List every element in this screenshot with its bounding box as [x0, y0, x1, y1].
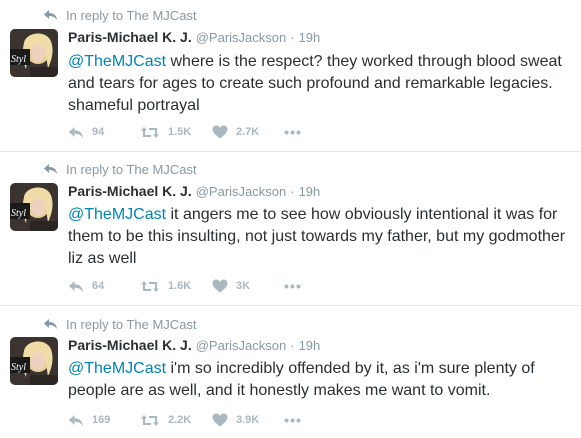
- tweet-header: Paris-Michael K. J. @ParisJackson · 19h: [68, 337, 320, 357]
- retweet-icon: [141, 414, 159, 426]
- tweet-header: Paris-Michael K. J. @ParisJackson · 19h: [68, 29, 320, 49]
- heart-icon: [212, 413, 228, 427]
- mention-link[interactable]: @TheMJCast: [68, 360, 166, 377]
- retweet-button[interactable]: 1.5K: [140, 124, 210, 140]
- mention-link[interactable]: @TheMJCast: [68, 53, 166, 70]
- svg-text:Styl: Styl: [11, 362, 26, 373]
- reply-context[interactable]: In reply to The MJCast: [43, 316, 197, 332]
- svg-text:Styl: Styl: [11, 208, 26, 219]
- author-handle[interactable]: @ParisJackson: [196, 184, 287, 199]
- like-count: 2.7K: [236, 126, 260, 138]
- reply-count: 169: [92, 414, 111, 426]
- retweet-count: 1.6K: [168, 280, 192, 292]
- retweet-button[interactable]: 2.2K: [140, 412, 210, 428]
- tweet-actions: 64 1.6K 3K: [68, 278, 301, 294]
- reply-count: 94: [92, 126, 105, 138]
- heart-icon: [212, 279, 228, 293]
- author-handle[interactable]: @ParisJackson: [196, 338, 287, 353]
- more-dots-icon: [284, 284, 301, 288]
- reply-context-label: In reply to The MJCast: [66, 161, 197, 177]
- tweet-actions: 94 1.5K 2.7K: [68, 124, 301, 140]
- tweet[interactable]: In reply to The MJCast Styl Paris-Michae…: [0, 0, 581, 152]
- retweet-icon: [141, 126, 159, 138]
- tweet-header: Paris-Michael K. J. @ParisJackson · 19h: [68, 183, 320, 203]
- timestamp[interactable]: 19h: [299, 338, 321, 353]
- tweet-actions: 169 2.2K 3.9K: [68, 412, 301, 428]
- author-handle[interactable]: @ParisJackson: [196, 30, 287, 45]
- reply-button[interactable]: 169: [68, 412, 138, 428]
- reply-context[interactable]: In reply to The MJCast: [43, 7, 197, 23]
- more-button[interactable]: [284, 278, 301, 294]
- timestamp[interactable]: 19h: [299, 184, 321, 199]
- tweet-text: @TheMJCast it angers me to see how obvio…: [68, 204, 573, 270]
- reply-count: 64: [92, 280, 105, 292]
- reply-context-label: In reply to The MJCast: [66, 7, 197, 23]
- retweet-count: 2.2K: [168, 414, 192, 426]
- heart-icon: [212, 125, 228, 139]
- retweet-icon: [141, 280, 159, 292]
- retweet-button[interactable]: 1.6K: [140, 278, 210, 294]
- timestamp[interactable]: 19h: [299, 30, 321, 45]
- reply-arrow-icon: [43, 163, 58, 175]
- reply-icon: [69, 414, 83, 426]
- author-name[interactable]: Paris-Michael K. J.: [68, 337, 192, 353]
- reply-context[interactable]: In reply to The MJCast: [43, 161, 197, 177]
- reply-icon: [69, 280, 83, 292]
- reply-button[interactable]: 64: [68, 278, 138, 294]
- author-name[interactable]: Paris-Michael K. J.: [68, 183, 192, 199]
- avatar[interactable]: Styl: [10, 337, 58, 385]
- tweet-text: @TheMJCast where is the respect? they wo…: [68, 51, 573, 117]
- reply-icon: [69, 126, 83, 138]
- reply-context-label: In reply to The MJCast: [66, 316, 197, 332]
- mention-link[interactable]: @TheMJCast: [68, 206, 166, 223]
- like-button[interactable]: 3K: [212, 278, 284, 294]
- svg-text:Styl: Styl: [11, 54, 26, 65]
- like-count: 3.9K: [236, 414, 260, 426]
- more-dots-icon: [284, 130, 301, 134]
- tweet[interactable]: In reply to The MJCast Styl Paris-Michae…: [0, 306, 581, 438]
- retweet-count: 1.5K: [168, 126, 192, 138]
- like-button[interactable]: 3.9K: [212, 412, 284, 428]
- like-button[interactable]: 2.7K: [212, 124, 284, 140]
- author-name[interactable]: Paris-Michael K. J.: [68, 29, 192, 45]
- avatar[interactable]: Styl: [10, 29, 58, 77]
- reply-arrow-icon: [43, 9, 58, 21]
- more-button[interactable]: [284, 124, 301, 140]
- like-count: 3K: [236, 280, 251, 292]
- separator-dot: ·: [290, 338, 295, 353]
- tweet[interactable]: In reply to The MJCast Styl Paris-Michae…: [0, 152, 581, 306]
- tweet-text: @TheMJCast i'm so incredibly offended by…: [68, 358, 573, 402]
- more-button[interactable]: [284, 412, 301, 428]
- reply-button[interactable]: 94: [68, 124, 138, 140]
- separator-dot: ·: [290, 30, 295, 45]
- avatar[interactable]: Styl: [10, 183, 58, 231]
- separator-dot: ·: [290, 184, 295, 199]
- reply-arrow-icon: [43, 318, 58, 330]
- more-dots-icon: [284, 418, 301, 422]
